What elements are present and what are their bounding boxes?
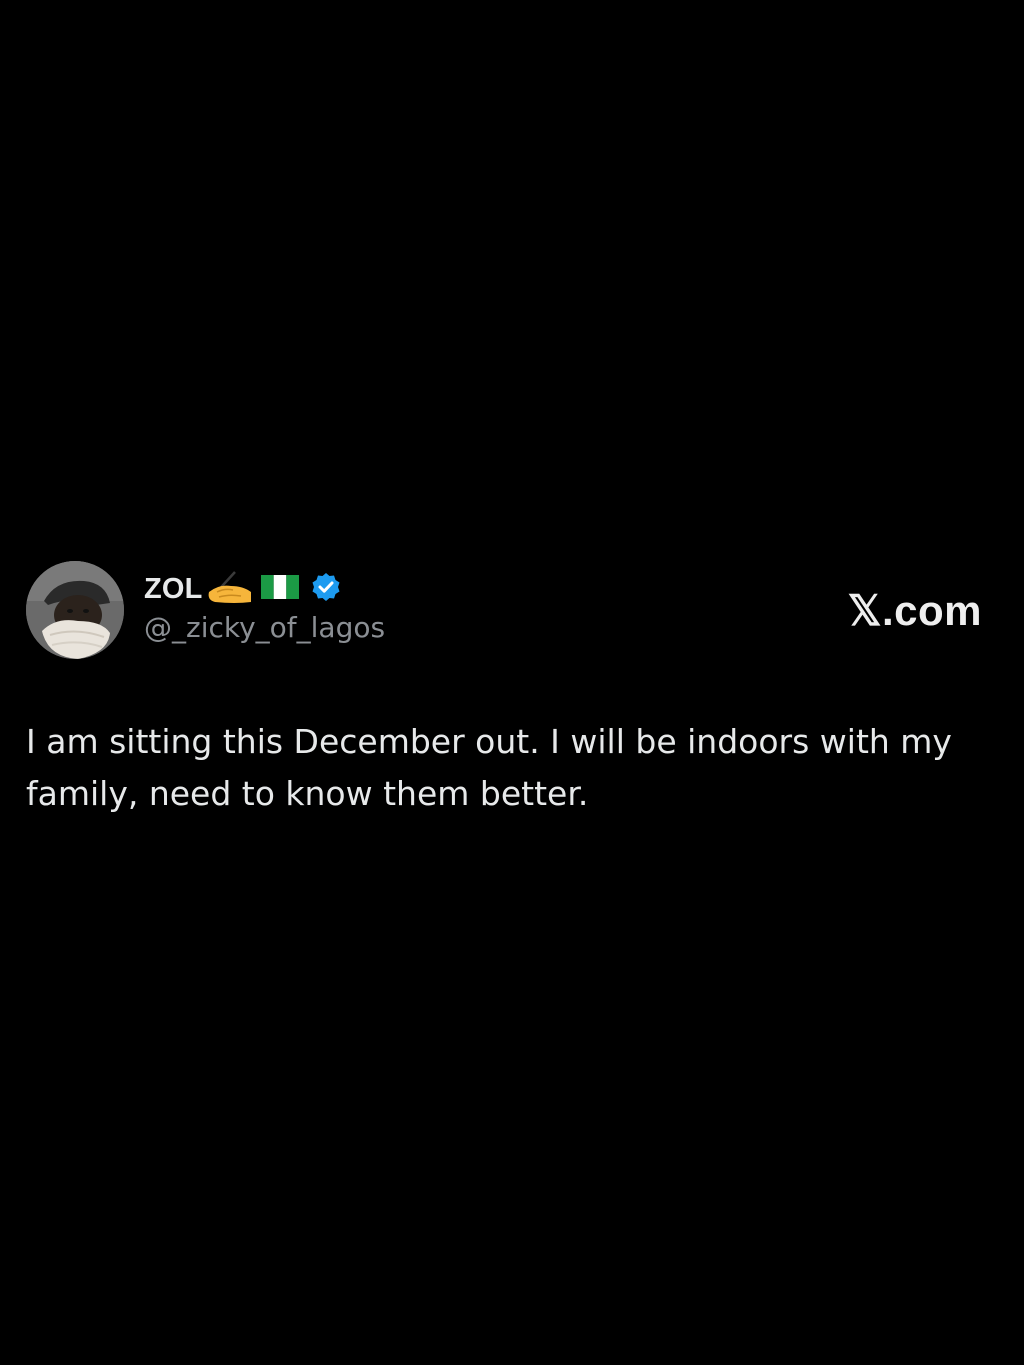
name-row: ZOL	[144, 569, 385, 609]
nigeria-flag-icon	[260, 574, 299, 604]
post-card: ZOL @_zicky_of_lagos 𝕏.com I am sitting …	[0, 0, 1024, 1365]
x-brand-mark: 𝕏.com	[847, 587, 982, 634]
writing-hand-icon	[205, 570, 253, 609]
avatar[interactable]	[26, 561, 124, 659]
display-name[interactable]: ZOL	[144, 573, 203, 606]
avatar-image	[26, 561, 124, 659]
verified-badge-icon	[311, 572, 341, 607]
author-handle[interactable]: @_zicky_of_lagos	[144, 611, 385, 644]
author-block: ZOL @_zicky_of_lagos	[144, 569, 385, 644]
post-text: I am sitting this December out. I will b…	[26, 722, 952, 813]
